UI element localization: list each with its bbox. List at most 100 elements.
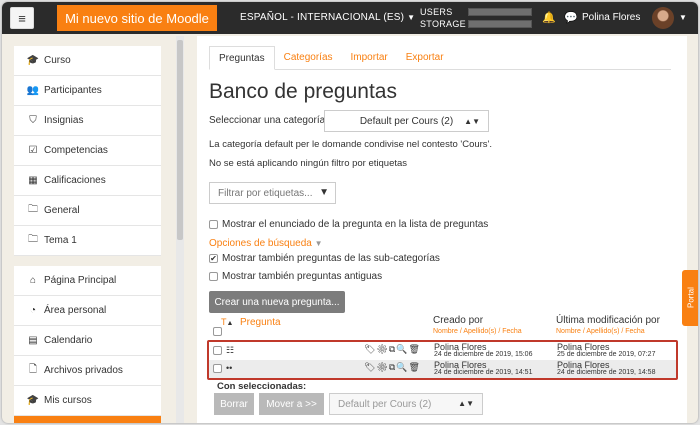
delete-button[interactable]: Borrar	[214, 393, 254, 415]
modified-sort-links[interactable]: Nombre / Apellido(s) / Fecha	[556, 328, 645, 335]
multichoice-icon: ☷	[226, 345, 235, 355]
bell-icon[interactable]: 🔔	[542, 11, 556, 24]
sidebar-item-insignias[interactable]: ⛉ Insignias	[14, 106, 161, 136]
tag-filter-placeholder: Filtrar por etiquetas...	[218, 188, 313, 199]
sidebar-item-label: Insignias	[44, 115, 84, 126]
row-actions: 🏷⚙⧉🔍🗑	[364, 344, 421, 355]
sidebar-item-label: General	[44, 205, 80, 216]
sidebar-item-calendario[interactable]: ▤ Calendario	[14, 326, 161, 356]
created-by-header: Creado por	[433, 315, 484, 326]
show-subcategories-checkbox[interactable]: ✔	[209, 254, 218, 263]
row-actions: 🏷⚙⧉🔍🗑	[364, 362, 421, 373]
sidebar-divider	[14, 256, 161, 266]
storage-label: STORAGE	[420, 19, 466, 29]
show-subcategories-option[interactable]: ✔ Mostrar también preguntas de las sub-ca…	[209, 253, 440, 264]
home-icon: ⌂	[29, 275, 37, 286]
shield-icon: ⛉	[29, 115, 37, 126]
modified-date: 25 de diciembre de 2019, 07:27	[557, 351, 656, 358]
sidebar-item-archivos-privados[interactable]: 🗋 Archivos privados	[14, 356, 161, 386]
sidebar-item-area-personal[interactable]: ◔ Área personal	[14, 296, 161, 326]
trash-icon[interactable]: 🗑	[409, 344, 421, 354]
table-icon: ▦	[28, 175, 38, 186]
avatar[interactable]	[652, 7, 674, 29]
sidebar-item-curso[interactable]: 🎓 Curso	[14, 46, 161, 76]
sidebar-item-calificaciones[interactable]: ▦ Calificaciones	[14, 166, 161, 196]
trash-icon[interactable]: 🗑	[409, 362, 421, 372]
sidebar-item-label: Curso	[44, 55, 71, 66]
hamburger-icon[interactable]: ≡	[10, 7, 34, 29]
search-icon[interactable]: 🔍	[396, 362, 408, 372]
sidebar-item-mis-cursos[interactable]: 🎓 Mis cursos	[14, 386, 161, 416]
users-usage-bar	[468, 8, 532, 16]
move-to-button[interactable]: Mover a >>	[259, 393, 324, 415]
category-description: La categoría default per le domande cond…	[209, 139, 492, 150]
tab-preguntas[interactable]: Preguntas	[209, 46, 275, 70]
tag-icon[interactable]: 🏷	[364, 362, 376, 372]
gear-icon[interactable]: ⚙	[376, 362, 388, 372]
browser-frame: ≡ Mi nuevo sitio de Moodle ESPAÑOL - INT…	[2, 2, 698, 423]
sidebar-item-label: Mis cursos	[44, 395, 92, 406]
language-menu[interactable]: ESPAÑOL - INTERNACIONAL (ES) ▼	[240, 12, 415, 23]
chevron-down-icon[interactable]: ▼	[679, 13, 687, 22]
chevron-down-icon: ▼	[314, 239, 323, 248]
user-name[interactable]: Polina Flores	[582, 12, 640, 23]
file-icon: 🗋	[28, 364, 38, 375]
sidebar-item-tema-1[interactable]: 🗀 Tema 1	[14, 226, 161, 256]
created-sort-links[interactable]: Nombre / Apellido(s) / Fecha	[433, 328, 522, 335]
row-checkbox[interactable]	[213, 364, 222, 373]
page-title: Banco de preguntas	[209, 80, 397, 103]
tag-icon[interactable]: 🏷	[364, 344, 376, 354]
sidebar-item-label: Área personal	[44, 305, 107, 316]
sort-question-header[interactable]: Pregunta	[240, 317, 281, 328]
select-all-checkbox[interactable]	[213, 327, 222, 336]
modified-by-header: Última modificación por	[556, 315, 660, 326]
tab-categorias[interactable]: Categorías	[275, 46, 342, 69]
sidebar-item-label: Página Principal	[44, 275, 117, 286]
row-checkbox[interactable]	[213, 346, 222, 355]
move-target-select[interactable]: Default per Cours (2) ▲▼	[329, 393, 483, 415]
users-icon: 👥	[26, 85, 40, 96]
table-row[interactable]: •• 🏷⚙⧉🔍🗑 Polina Flores 24 de diciembre d…	[209, 360, 676, 378]
category-select[interactable]: Default per Cours (2) ▲▼	[324, 110, 489, 132]
with-selected-label: Con seleccionadas:	[217, 381, 307, 392]
sidebar-scrollbar-thumb[interactable]	[177, 40, 183, 240]
usage-labels: USERS STORAGE	[420, 6, 466, 30]
site-brand[interactable]: Mi nuevo sitio de Moodle	[57, 5, 217, 31]
chat-icon[interactable]: 💬	[564, 11, 578, 24]
select-arrows-icon: ▲▼	[458, 399, 474, 408]
caret-down-icon: ▼	[319, 187, 329, 198]
created-date: 24 de diciembre de 2019, 15:06	[434, 351, 533, 358]
created-date: 24 de diciembre de 2019, 14:51	[434, 369, 533, 376]
sidebar-item-label: Calendario	[44, 335, 93, 346]
graduation-cap-icon: 🎓	[26, 395, 40, 406]
sidebar-item-label: Competencias	[44, 145, 108, 156]
sidebar-item-general[interactable]: 🗀 General	[14, 196, 161, 226]
tab-exportar[interactable]: Exportar	[397, 46, 453, 69]
show-old-option[interactable]: Mostrar también preguntas antiguas	[209, 271, 382, 282]
sidebar-item-participantes[interactable]: 👥 Participantes	[14, 76, 161, 106]
modified-date: 24 de diciembre de 2019, 14:58	[557, 369, 656, 376]
portal-tab[interactable]: Portal	[682, 270, 698, 326]
sort-type-header[interactable]: T▲	[221, 317, 233, 327]
tab-importar[interactable]: Importar	[342, 46, 397, 69]
show-text-option[interactable]: Mostrar el enunciado de la pregunta en l…	[209, 219, 488, 230]
show-text-checkbox[interactable]	[209, 220, 218, 229]
ddwtos-icon: ••	[226, 363, 233, 373]
show-old-checkbox[interactable]	[209, 272, 218, 281]
gear-icon[interactable]: ⚙	[376, 344, 388, 354]
main-content: Preguntas Categorías Importar Exportar B…	[197, 36, 687, 423]
tag-filter-input[interactable]: Filtrar por etiquetas... ▼	[209, 182, 336, 204]
sidebar-item-competencias[interactable]: ☑ Competencias	[14, 136, 161, 166]
show-subcategories-label: Mostrar también preguntas de las sub-cat…	[222, 253, 440, 264]
language-label: ESPAÑOL - INTERNACIONAL (ES)	[240, 12, 405, 23]
tag-filter-status: No se está aplicando ningún filtro por e…	[209, 158, 408, 169]
search-options-toggle[interactable]: Opciones de búsqueda ▼	[209, 238, 323, 249]
calendar-icon: ▤	[28, 335, 38, 346]
sidebar-item-pagina-principal[interactable]: ⌂ Página Principal	[14, 266, 161, 296]
sidebar-item-label: Archivos privados	[44, 365, 123, 376]
new-question-button[interactable]: Crear una nueva pregunta...	[209, 291, 345, 313]
sidebar-active-item[interactable]	[14, 416, 161, 423]
search-icon[interactable]: 🔍	[396, 344, 408, 354]
show-text-label: Mostrar el enunciado de la pregunta en l…	[222, 219, 489, 230]
table-row[interactable]: ☷ 🏷⚙⧉🔍🗑 Polina Flores 24 de diciembre de…	[209, 342, 676, 360]
